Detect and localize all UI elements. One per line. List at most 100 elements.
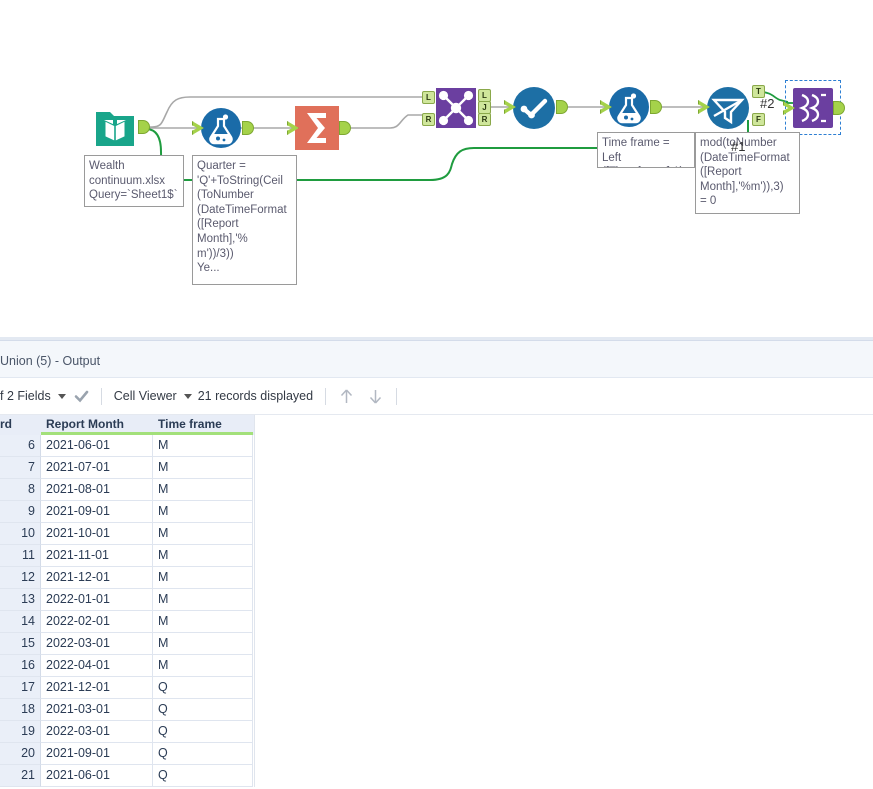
results-titlebar [0, 341, 873, 378]
cell-time-frame[interactable]: Q [153, 699, 253, 721]
grid-header-record[interactable]: rd [0, 415, 41, 435]
cell-time-frame[interactable]: M [153, 567, 253, 589]
cell-viewer-label[interactable]: Cell Viewer [114, 389, 177, 403]
filter-output-false-label[interactable]: F [752, 113, 765, 126]
apply-check-icon[interactable] [74, 389, 89, 404]
table-row[interactable]: 10 2021-10-01 M [0, 523, 254, 545]
grid-header-time-frame[interactable]: Time frame [153, 415, 253, 435]
cell-time-frame[interactable]: Q [153, 721, 253, 743]
cell-time-frame[interactable]: M [153, 611, 253, 633]
cell-report-month[interactable]: 2021-08-01 [41, 479, 153, 501]
cell-report-month[interactable]: 2021-10-01 [41, 523, 153, 545]
cell-report-month[interactable]: 2021-12-01 [41, 567, 153, 589]
cell-report-month[interactable]: 2022-02-01 [41, 611, 153, 633]
join-input-left-label[interactable]: L [422, 91, 435, 104]
table-row[interactable]: 11 2021-11-01 M [0, 545, 254, 567]
cell-record[interactable]: 7 [0, 457, 41, 479]
cell-time-frame[interactable]: Q [153, 765, 253, 787]
cell-record[interactable]: 10 [0, 523, 41, 545]
grid-body: 6 2021-06-01 M 7 2021-07-01 M 8 2021-08-01 M 9 202… [0, 435, 254, 787]
cell-report-month[interactable]: 2022-04-01 [41, 655, 153, 677]
table-row[interactable]: 15 2022-03-01 M [0, 633, 254, 655]
filter-tool[interactable]: T F [698, 85, 765, 130]
cell-record[interactable]: 17 [0, 677, 41, 699]
cell-time-frame[interactable]: M [153, 589, 253, 611]
cell-record[interactable]: 15 [0, 633, 41, 655]
union-tool[interactable] [783, 88, 845, 128]
cell-time-frame[interactable]: M [153, 435, 253, 457]
cell-record[interactable]: 12 [0, 567, 41, 589]
cell-time-frame[interactable]: Q [153, 743, 253, 765]
table-row[interactable]: 18 2021-03-01 Q [0, 699, 254, 721]
table-row[interactable]: 20 2021-09-01 Q [0, 743, 254, 765]
cell-report-month[interactable]: 2021-03-01 [41, 699, 153, 721]
summarize-tool[interactable] [287, 106, 351, 150]
cell-record[interactable]: 14 [0, 611, 41, 633]
check-circle-icon [513, 87, 555, 129]
cell-record[interactable]: 18 [0, 699, 41, 721]
cell-report-month[interactable]: 2021-07-01 [41, 457, 153, 479]
cell-record[interactable]: 19 [0, 721, 41, 743]
table-row[interactable]: 6 2021-06-01 M [0, 435, 254, 457]
cell-time-frame[interactable]: M [153, 457, 253, 479]
records-displayed-label: 21 records displayed [197, 389, 314, 403]
cell-viewer-caret-icon[interactable] [183, 393, 192, 399]
cell-time-frame[interactable]: Q [153, 677, 253, 699]
join-input-right-label[interactable]: R [422, 113, 435, 126]
cell-time-frame[interactable]: M [153, 655, 253, 677]
cell-report-month[interactable]: 2022-03-01 [41, 633, 153, 655]
cell-time-frame[interactable]: M [153, 523, 253, 545]
table-row[interactable]: 12 2021-12-01 M [0, 567, 254, 589]
cell-report-month[interactable]: 2021-09-01 [41, 743, 153, 765]
results-title: Union (5) - Output [0, 354, 101, 368]
cell-record[interactable]: 20 [0, 743, 41, 765]
cell-record[interactable]: 13 [0, 589, 41, 611]
cell-record[interactable]: 9 [0, 501, 41, 523]
table-row[interactable]: 7 2021-07-01 M [0, 457, 254, 479]
formula-timeframe-annotation[interactable]: Time frame = Left ([Time frame],1) [597, 132, 695, 168]
table-row[interactable]: 8 2021-08-01 M [0, 479, 254, 501]
cell-report-month[interactable]: 2021-06-01 [41, 435, 153, 457]
workflow-canvas[interactable]: L R L J R T F #2 #1 Wealth continuum.xls… [0, 0, 873, 337]
input-data-annotation[interactable]: Wealth continuum.xlsx Query=`Sheet1$` [84, 155, 184, 207]
toolbar-separator-3 [396, 387, 398, 405]
results-toolbar: f 2 Fields Cell Viewer 21 records displa… [0, 378, 873, 415]
formula-quarter-annotation[interactable]: Quarter = 'Q'+ToString(Ceil (ToNumber (D… [192, 155, 297, 285]
cell-record[interactable]: 16 [0, 655, 41, 677]
cell-time-frame[interactable]: M [153, 479, 253, 501]
grid-header-report-month[interactable]: Report Month [41, 415, 153, 435]
filter-annotation[interactable]: mod(toNumber (DateTimeFormat ([Report Mo… [695, 132, 800, 214]
fields-dropdown-caret-icon[interactable] [57, 393, 66, 399]
scroll-down-button[interactable] [367, 387, 384, 406]
formula-tool-2[interactable] [600, 86, 662, 128]
results-data-grid[interactable]: rd Report Month Time frame 6 2021-06-01 M 7… [0, 415, 255, 787]
table-row[interactable]: 19 2022-03-01 Q [0, 721, 254, 743]
input-data-tool[interactable] [92, 104, 150, 150]
cell-report-month[interactable]: 2021-11-01 [41, 545, 153, 567]
cell-report-month[interactable]: 2021-09-01 [41, 501, 153, 523]
flask-icon [201, 108, 241, 148]
alteryx-designer-window: L R L J R T F #2 #1 Wealth continuum.xls… [0, 0, 873, 789]
cell-report-month[interactable]: 2022-01-01 [41, 589, 153, 611]
cell-record[interactable]: 11 [0, 545, 41, 567]
table-row[interactable]: 9 2021-09-01 M [0, 501, 254, 523]
cell-record[interactable]: 6 [0, 435, 41, 457]
table-row[interactable]: 14 2022-02-01 M [0, 611, 254, 633]
fields-count-label[interactable]: f 2 Fields [0, 389, 51, 403]
table-row[interactable]: 16 2022-04-01 M [0, 655, 254, 677]
table-row[interactable]: 17 2021-12-01 Q [0, 677, 254, 699]
cell-record[interactable]: 21 [0, 765, 41, 787]
table-row[interactable]: 21 2021-06-01 Q [0, 765, 254, 787]
cell-time-frame[interactable]: M [153, 501, 253, 523]
join-output-right-label[interactable]: R [478, 113, 491, 126]
select-tool[interactable] [504, 86, 568, 130]
cell-report-month[interactable]: 2021-06-01 [41, 765, 153, 787]
cell-record[interactable]: 8 [0, 479, 41, 501]
cell-report-month[interactable]: 2022-03-01 [41, 721, 153, 743]
scroll-up-button[interactable] [338, 387, 355, 406]
formula-tool-1[interactable] [192, 107, 254, 149]
cell-report-month[interactable]: 2021-12-01 [41, 677, 153, 699]
table-row[interactable]: 13 2022-01-01 M [0, 589, 254, 611]
cell-time-frame[interactable]: M [153, 545, 253, 567]
cell-time-frame[interactable]: M [153, 633, 253, 655]
